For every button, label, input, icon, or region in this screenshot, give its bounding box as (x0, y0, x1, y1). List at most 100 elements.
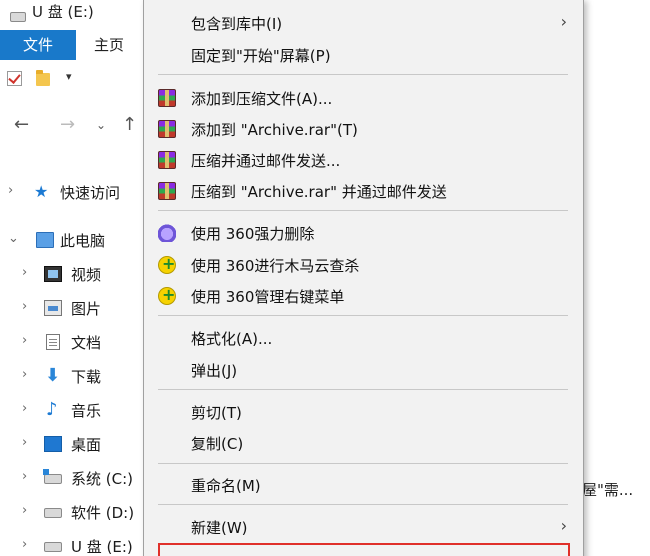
tree-item-software-drive[interactable]: › 软件 (D:) (0, 496, 150, 528)
chevron-right-icon[interactable]: › (22, 435, 27, 450)
tree-item-quick-access[interactable]: › ★ 快速访问 (0, 176, 150, 208)
chevron-right-icon[interactable]: › (8, 183, 13, 198)
menu-item-label: 弹出(J) (191, 362, 238, 380)
tree-item-this-pc[interactable]: ⌄ 此电脑 (0, 224, 150, 256)
menu-item-label: 添加到压缩文件(A)... (191, 90, 333, 108)
tree-item-label: 快速访问 (60, 184, 121, 202)
submenu-arrow-icon: › (560, 516, 567, 535)
chevron-right-icon[interactable]: › (22, 537, 27, 552)
submenu-arrow-icon: › (560, 12, 567, 31)
highlight-box (158, 543, 570, 556)
menu-item-label: 压缩到 "Archive.rar" 并通过邮件发送 (191, 183, 447, 201)
winrar-icon (158, 182, 176, 200)
back-arrow-icon[interactable]: ← (14, 114, 29, 135)
menu-separator (158, 315, 568, 316)
tree-item-downloads[interactable]: › ⬇ 下载 (0, 360, 150, 392)
tree-item-desktop[interactable]: › 桌面 (0, 428, 150, 460)
tree-item-label: 视频 (71, 266, 102, 284)
up-arrow-icon[interactable]: ↑ (122, 114, 137, 135)
tree-item-music[interactable]: › ♪ 音乐 (0, 394, 150, 426)
tree-item-label: 此电脑 (60, 232, 106, 250)
360-icon (158, 285, 176, 305)
download-icon: ⬇ (45, 365, 61, 386)
drive-icon (44, 508, 62, 518)
system-drive-icon (43, 469, 62, 484)
chevron-right-icon[interactable]: › (22, 265, 27, 280)
menu-item-label: 剪切(T) (191, 404, 242, 422)
chevron-right-icon[interactable]: › (22, 401, 27, 416)
menu-item-new[interactable]: 新建(W) › (144, 511, 583, 543)
menu-item-label: 格式化(A)... (191, 330, 273, 348)
quick-access-toolbar: ▾ (0, 64, 150, 96)
chevron-right-icon[interactable]: › (22, 333, 27, 348)
winrar-icon (158, 89, 176, 107)
menu-item-label: 新建(W) (191, 519, 248, 537)
usb-drive-icon (10, 12, 26, 22)
menu-item-label: 重命名(M) (191, 477, 261, 495)
menu-item-include-in-library[interactable]: 包含到库中(I) › (144, 7, 583, 39)
chevron-right-icon[interactable]: › (22, 299, 27, 314)
video-icon (44, 266, 62, 282)
navigation-bar: ← → ⌄ ↑ (0, 108, 150, 144)
menu-item-compress-to-rar-and-email[interactable]: 压缩到 "Archive.rar" 并通过邮件发送 (144, 175, 583, 207)
tab-file[interactable]: 文件 (0, 30, 76, 60)
tree-item-usb-drive[interactable]: › U 盘 (E:) (0, 530, 150, 556)
360-shred-icon (158, 224, 176, 242)
chevron-right-icon[interactable]: › (22, 367, 27, 382)
background-file-text: 屋"需... (582, 481, 634, 499)
menu-item-360-force-delete[interactable]: 使用 360强力删除 (144, 217, 583, 249)
menu-item-label: 使用 360强力删除 (191, 225, 315, 243)
chevron-down-icon[interactable]: ⌄ (8, 231, 19, 246)
forward-arrow-icon[interactable]: → (60, 114, 75, 135)
menu-item-add-to-archive[interactable]: 添加到压缩文件(A)... (144, 82, 583, 114)
pictures-icon (44, 300, 62, 316)
menu-separator (158, 74, 568, 75)
star-icon: ★ (34, 182, 49, 201)
menu-separator (158, 463, 568, 464)
recent-locations-chevron-icon[interactable]: ⌄ (96, 118, 106, 132)
menu-separator (158, 210, 568, 211)
menu-separator (158, 389, 568, 390)
winrar-icon (158, 151, 176, 169)
tree-item-label: 图片 (71, 300, 102, 318)
tree-item-label: 音乐 (71, 402, 102, 420)
menu-item-360-trojan-scan[interactable]: 使用 360进行木马云查杀 (144, 249, 583, 281)
tree-item-documents[interactable]: › 文档 (0, 326, 150, 358)
menu-item-rename[interactable]: 重命名(M) (144, 469, 583, 501)
documents-icon (46, 334, 60, 350)
pc-icon (36, 232, 54, 248)
menu-item-eject[interactable]: 弹出(J) (144, 354, 583, 386)
usb-drive-icon (44, 542, 62, 552)
menu-item-copy[interactable]: 复制(C) (144, 427, 583, 459)
tree-item-label: U 盘 (E:) (71, 538, 133, 556)
winrar-icon (158, 120, 176, 138)
menu-item-label: 复制(C) (191, 435, 244, 453)
menu-item-cut[interactable]: 剪切(T) (144, 396, 583, 428)
context-menu: 包含到库中(I) › 固定到"开始"屏幕(P) 添加到压缩文件(A)... 添加… (143, 0, 584, 556)
menu-item-add-to-archive-rar[interactable]: 添加到 "Archive.rar"(T) (144, 113, 583, 145)
tree-item-label: 软件 (D:) (71, 504, 135, 522)
music-icon: ♪ (46, 399, 58, 420)
new-folder-icon[interactable] (36, 70, 50, 86)
chevron-right-icon[interactable]: › (22, 469, 27, 484)
chevron-right-icon[interactable]: › (22, 503, 27, 518)
menu-item-label: 压缩并通过邮件发送... (191, 152, 341, 170)
tree-item-label: 系统 (C:) (71, 470, 133, 488)
tab-home[interactable]: 主页 (94, 30, 124, 60)
tree-item-label: 桌面 (71, 436, 102, 454)
tree-item-videos[interactable]: › 视频 (0, 258, 150, 290)
menu-item-360-manage-context-menu[interactable]: 使用 360管理右键菜单 (144, 280, 583, 312)
menu-item-compress-and-email[interactable]: 压缩并通过邮件发送... (144, 144, 583, 176)
menu-separator (158, 504, 568, 505)
menu-item-pin-to-start[interactable]: 固定到"开始"屏幕(P) (144, 39, 583, 71)
desktop-icon (44, 436, 62, 452)
window-title: U 盘 (E:) (32, 3, 94, 21)
menu-item-format[interactable]: 格式化(A)... (144, 322, 583, 354)
tree-item-pictures[interactable]: › 图片 (0, 292, 150, 324)
menu-item-label: 使用 360管理右键菜单 (191, 288, 345, 306)
customize-toolbar-dropdown[interactable]: ▾ (66, 70, 72, 83)
tree-item-label: 下载 (71, 368, 102, 386)
properties-check-icon[interactable] (7, 71, 22, 86)
menu-item-label: 添加到 "Archive.rar"(T) (191, 121, 358, 139)
tree-item-system-drive[interactable]: › 系统 (C:) (0, 462, 150, 494)
